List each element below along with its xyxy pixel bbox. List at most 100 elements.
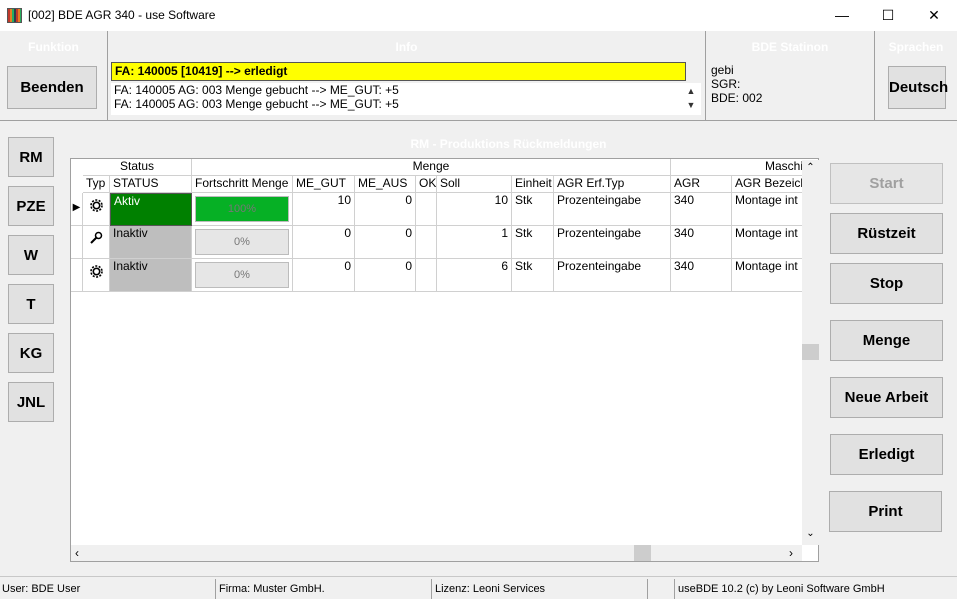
- ok-cell[interactable]: [416, 226, 437, 259]
- ok-cell[interactable]: [416, 259, 437, 292]
- gear-icon: [83, 193, 110, 226]
- me-aus-cell[interactable]: 0: [355, 259, 416, 292]
- production-grid[interactable]: Status Menge Maschi Typ STATUS Fortschri…: [70, 158, 819, 562]
- print-button[interactable]: Print: [829, 491, 942, 532]
- scroll-down-icon[interactable]: ⌄: [802, 528, 819, 539]
- ruestzeit-button[interactable]: Rüstzeit: [830, 213, 943, 254]
- erf-typ-cell[interactable]: Prozenteingabe: [554, 226, 671, 259]
- column-header[interactable]: Einheit: [512, 176, 554, 193]
- group-header-maschine: Maschi: [671, 159, 811, 176]
- divider: [215, 579, 216, 599]
- scroll-up-icon[interactable]: ▲: [684, 84, 698, 98]
- einheit-cell[interactable]: Stk: [512, 259, 554, 292]
- column-header[interactable]: ME_AUS: [355, 176, 416, 193]
- column-header[interactable]: OK: [416, 176, 437, 193]
- gear-icon: [83, 259, 110, 292]
- info-scrollbar[interactable]: ▲ ▼: [684, 84, 698, 112]
- status-user: User: BDE User: [2, 583, 81, 595]
- row-selector[interactable]: [71, 259, 83, 292]
- grid-horizontal-scrollbar[interactable]: ‹ ›: [71, 545, 802, 561]
- info-message-list[interactable]: FA: 140005 AG: 003 Menge gebucht --> ME_…: [111, 83, 701, 115]
- erf-typ-cell[interactable]: Prozenteingabe: [554, 259, 671, 292]
- bezeich-cell[interactable]: Montage int: [732, 193, 812, 226]
- agr-cell[interactable]: 340: [671, 259, 732, 292]
- agr-cell[interactable]: 340: [671, 226, 732, 259]
- column-header[interactable]: AGR Bezeich: [732, 176, 812, 193]
- scroll-up-icon[interactable]: ⌃: [802, 162, 819, 173]
- station-user: gebi: [711, 63, 734, 77]
- soll-cell[interactable]: 10: [437, 193, 512, 226]
- wrench-icon: [83, 226, 110, 259]
- scroll-right-icon[interactable]: ›: [789, 545, 793, 561]
- column-header[interactable]: AGR Erf.Typ: [554, 176, 671, 193]
- divider: [874, 31, 875, 120]
- scroll-down-icon[interactable]: ▼: [684, 98, 698, 112]
- close-button[interactable]: ✕: [911, 0, 957, 31]
- column-header[interactable]: Fortschritt Menge: [192, 176, 293, 193]
- menge-button[interactable]: Menge: [830, 320, 943, 361]
- nav-pze-button[interactable]: PZE: [8, 186, 54, 226]
- status-firma: Firma: Muster GmbH.: [219, 583, 325, 595]
- info-message: FA: 140005 AG: 003 Menge gebucht --> ME_…: [114, 97, 399, 111]
- nav-rm-button[interactable]: RM: [8, 137, 54, 177]
- status-cell[interactable]: Inaktiv: [110, 226, 192, 259]
- progress-label: 100%: [227, 203, 257, 215]
- title-bar: [002] BDE AGR 340 - use Software — ☐ ✕: [0, 0, 957, 31]
- stop-button[interactable]: Stop: [830, 263, 943, 304]
- progress-label: 0%: [234, 269, 250, 281]
- divider: [674, 579, 675, 599]
- station-bde: BDE: 002: [711, 91, 763, 105]
- divider: [107, 31, 108, 120]
- row-selector[interactable]: [71, 226, 83, 259]
- scroll-left-icon[interactable]: ‹: [75, 545, 79, 561]
- divider: [431, 579, 432, 599]
- nav-jnl-button[interactable]: JNL: [8, 382, 54, 422]
- progress-cell: 100%: [192, 193, 293, 226]
- soll-cell[interactable]: 6: [437, 259, 512, 292]
- einheit-cell[interactable]: Stk: [512, 193, 554, 226]
- me-gut-cell[interactable]: 0: [293, 226, 355, 259]
- erledigt-button[interactable]: Erledigt: [830, 434, 943, 475]
- progress-bar: 0%: [195, 229, 289, 255]
- divider: [647, 579, 648, 599]
- group-header-menge: Menge: [192, 159, 671, 176]
- nav-kg-button[interactable]: KG: [8, 333, 54, 373]
- maximize-button[interactable]: ☐: [865, 0, 911, 31]
- me-aus-cell[interactable]: 0: [355, 226, 416, 259]
- status-cell[interactable]: Aktiv: [110, 193, 192, 226]
- bezeich-cell[interactable]: Montage int: [732, 226, 812, 259]
- neue-arbeit-button[interactable]: Neue Arbeit: [830, 377, 943, 418]
- info-message: FA: 140005 AG: 003 Menge gebucht --> ME_…: [114, 83, 399, 97]
- beenden-button[interactable]: Beenden: [7, 66, 97, 109]
- erf-typ-cell[interactable]: Prozenteingabe: [554, 193, 671, 226]
- agr-cell[interactable]: 340: [671, 193, 732, 226]
- minimize-button[interactable]: —: [819, 0, 865, 31]
- grid-vertical-scrollbar[interactable]: ⌃ ⌄: [802, 160, 819, 545]
- nav-w-button[interactable]: W: [8, 235, 54, 275]
- me-gut-cell[interactable]: 10: [293, 193, 355, 226]
- column-header[interactable]: AGR: [671, 176, 732, 193]
- deutsch-button[interactable]: Deutsch: [888, 66, 948, 109]
- info-header: Info: [395, 40, 418, 54]
- column-header[interactable]: Soll: [437, 176, 512, 193]
- nav-t-button[interactable]: T: [8, 284, 54, 324]
- bezeich-cell[interactable]: Montage int: [732, 259, 812, 292]
- me-aus-cell[interactable]: 0: [355, 193, 416, 226]
- column-header[interactable]: ME_GUT: [293, 176, 355, 193]
- einheit-cell[interactable]: Stk: [512, 226, 554, 259]
- station-header: BDE Statinon: [751, 40, 829, 54]
- column-header[interactable]: Typ: [83, 176, 110, 193]
- station-sgr: SGR:: [711, 77, 741, 91]
- info-highlight-message: FA: 140005 [10419] --> erledigt: [111, 62, 686, 81]
- divider: [705, 31, 706, 120]
- scroll-thumb[interactable]: [802, 344, 819, 360]
- scroll-thumb[interactable]: [634, 545, 651, 561]
- progress-cell: 0%: [192, 226, 293, 259]
- status-cell[interactable]: Inaktiv: [110, 259, 192, 292]
- me-gut-cell[interactable]: 0: [293, 259, 355, 292]
- status-lizenz: Lizenz: Leoni Services: [435, 583, 546, 595]
- column-header[interactable]: STATUS: [110, 176, 192, 193]
- soll-cell[interactable]: 1: [437, 226, 512, 259]
- ok-cell[interactable]: [416, 193, 437, 226]
- start-button[interactable]: Start: [830, 163, 943, 204]
